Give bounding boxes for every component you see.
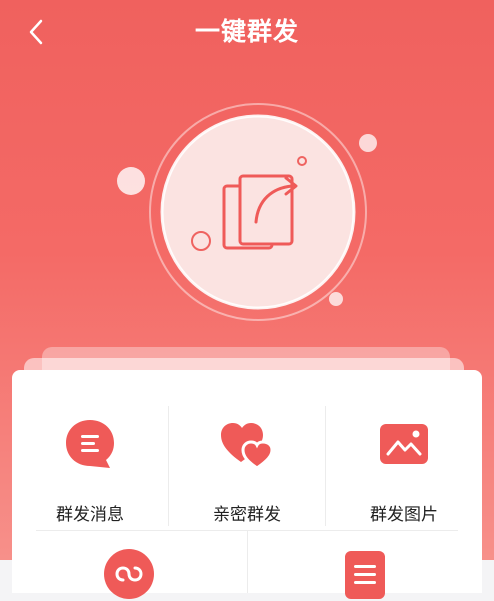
hero-illustration bbox=[117, 103, 377, 321]
menu-item-label: 群发图片 bbox=[370, 505, 438, 525]
hearts-icon bbox=[221, 423, 274, 470]
page-title: 一键群发 bbox=[194, 17, 299, 46]
menu-item-label: 群发消息 bbox=[56, 505, 124, 525]
image-icon bbox=[380, 424, 428, 464]
menu-item-document[interactable] bbox=[248, 531, 483, 599]
chat-bubble-icon bbox=[66, 420, 114, 468]
feature-menu-card: 群发消息 亲密群发 群发图片 bbox=[12, 370, 483, 599]
menu-item-label: 亲密群发 bbox=[213, 505, 281, 525]
menu-item-mini-program[interactable] bbox=[12, 531, 247, 599]
